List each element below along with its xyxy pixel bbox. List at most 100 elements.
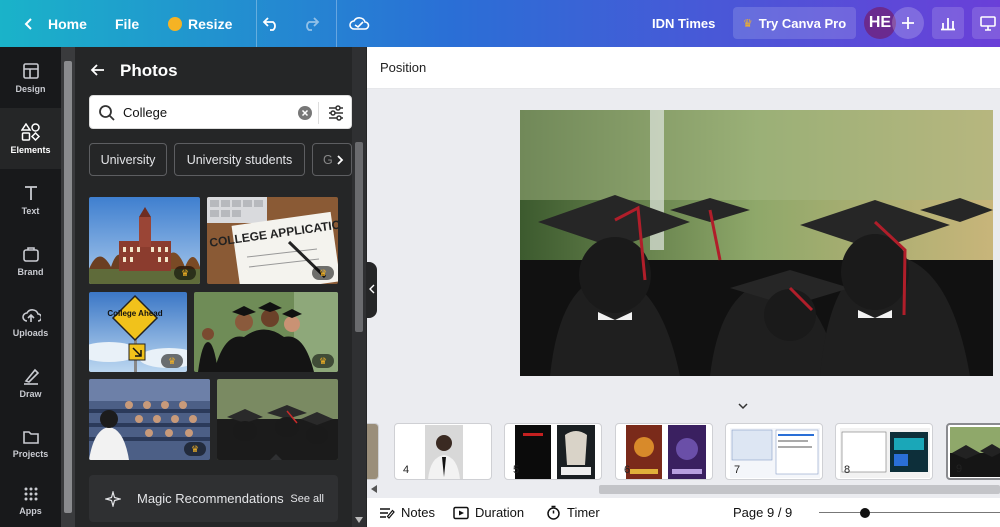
try-canva-pro-button[interactable]: ♛ Try Canva Pro: [733, 7, 856, 39]
timer-label: Timer: [567, 505, 600, 520]
rail-label: Design: [15, 83, 46, 94]
magic-recommendations[interactable]: Magic Recommendations See all: [89, 475, 338, 522]
notes-label: Notes: [401, 505, 435, 520]
thumbnail-image: [515, 425, 595, 479]
page-number: 5: [513, 464, 520, 476]
pro-crown-badge: ♛: [184, 442, 206, 456]
chevron-down-icon[interactable]: [725, 402, 761, 412]
cloud-sync-icon[interactable]: [348, 12, 370, 34]
panel-scrollbar-thumb[interactable]: [355, 142, 363, 332]
chip-university[interactable]: University: [89, 143, 167, 176]
undo-icon[interactable]: [260, 12, 282, 34]
crown-icon: ♛: [167, 355, 177, 366]
chip-university-students[interactable]: University students: [174, 143, 305, 176]
rail-item-apps[interactable]: Apps: [0, 474, 61, 527]
tooltip-caret: [269, 454, 283, 460]
crown-icon: ♛: [742, 17, 753, 30]
rail-item-uploads[interactable]: Uploads: [0, 291, 61, 352]
college-application-photo[interactable]: COLLEGE APPLICATION ♛: [207, 197, 338, 284]
thumbnail-image: [730, 428, 820, 478]
rail-scrollbar[interactable]: [61, 47, 75, 527]
panel-scrollbar[interactable]: [352, 47, 366, 527]
magic-label: Magic Recommendations: [137, 491, 284, 506]
top-bar: Home File Resize IDN Times ♛ Try Canva P…: [0, 0, 1000, 47]
rail-item-brand[interactable]: Brand: [0, 230, 61, 291]
zoom-slider[interactable]: [819, 512, 1000, 513]
resize-button[interactable]: Resize: [168, 0, 232, 47]
slide-canvas[interactable]: [520, 110, 993, 376]
project-title[interactable]: IDN Times: [652, 0, 715, 47]
page-indicator-text: Page 9 / 9: [733, 505, 793, 520]
collapse-panel-handle[interactable]: [367, 262, 377, 318]
college-ahead-sign-photo[interactable]: College Ahead ♛: [89, 292, 187, 372]
rail-item-design[interactable]: Design: [0, 47, 61, 108]
present-button[interactable]: [972, 7, 1000, 39]
page-number: 8: [844, 464, 851, 476]
rail-label: Text: [21, 205, 40, 216]
pro-crown-badge: ♛: [174, 266, 196, 280]
crown-icon: ♛: [190, 443, 200, 454]
crown-icon: ♛: [180, 267, 190, 278]
rail-item-projects[interactable]: Projects: [0, 413, 61, 474]
filter-sliders-icon[interactable]: [327, 104, 345, 122]
chip-label: University students: [186, 152, 293, 167]
page-thumbnail-selected[interactable]: 9: [946, 423, 1000, 480]
divider: [256, 0, 257, 47]
page-thumbnail[interactable]: 7: [725, 423, 823, 480]
page-thumbnail[interactable]: 8: [835, 423, 933, 480]
file-menu[interactable]: File: [115, 0, 139, 47]
page-thumbnail[interactable]: 6: [615, 423, 713, 480]
resize-label: Resize: [188, 15, 233, 32]
page-thumbnail[interactable]: [367, 423, 379, 480]
graduation-photo[interactable]: [520, 110, 993, 376]
scroll-down-icon[interactable]: [355, 517, 363, 523]
rail-label: Elements: [10, 144, 51, 155]
page-indicator[interactable]: Page 9 / 9: [733, 505, 792, 520]
notes-button[interactable]: Notes: [379, 505, 435, 520]
chip-label: G: [323, 152, 333, 167]
lecture-hall-photo[interactable]: ♛: [89, 379, 210, 460]
page-strip-scrollbar-thumb[interactable]: [599, 485, 1000, 494]
search-icon: [99, 105, 115, 121]
graduates-hugging-photo[interactable]: ♛: [194, 292, 338, 372]
zoom-slider-handle[interactable]: [860, 508, 870, 518]
university-building-photo[interactable]: ♛: [89, 197, 200, 284]
notes-icon: [380, 507, 395, 519]
grid-icon: [24, 487, 37, 500]
scroll-left-icon[interactable]: [371, 485, 377, 493]
project-title-text: IDN Times: [652, 16, 716, 31]
avatar-initials: HE: [868, 14, 892, 31]
clear-search-icon[interactable]: [298, 106, 312, 120]
graduation-caps-photo[interactable]: [217, 379, 338, 460]
page-thumbnail[interactable]: 5: [504, 423, 602, 480]
rail-item-draw[interactable]: Draw: [0, 352, 61, 413]
rail-item-elements[interactable]: Elements: [0, 108, 61, 169]
stopwatch-icon: [547, 505, 560, 520]
text-icon: [24, 185, 37, 200]
sparkle-icon: [105, 490, 121, 507]
rail-item-text[interactable]: Text: [0, 169, 61, 230]
add-member-button[interactable]: [892, 7, 924, 39]
shapes-icon: [20, 122, 40, 141]
timer-button[interactable]: Timer: [546, 505, 600, 520]
search-input[interactable]: College: [123, 105, 167, 120]
home-button[interactable]: Home: [22, 0, 87, 47]
see-all-link[interactable]: See all: [290, 493, 324, 505]
page-thumbnail[interactable]: 4: [394, 423, 492, 480]
page-number: 4: [403, 464, 410, 476]
panel-title: Photos: [120, 61, 178, 80]
thumbnail-image: [425, 425, 463, 479]
plus-icon: [902, 17, 914, 29]
back-button[interactable]: [90, 62, 110, 82]
chip-more[interactable]: G: [312, 143, 352, 176]
duration-button[interactable]: Duration: [453, 505, 524, 520]
redo-icon[interactable]: [300, 12, 322, 34]
insights-button[interactable]: [932, 7, 964, 39]
page-strip-scrollbar[interactable]: [367, 483, 1000, 495]
context-toolbar: Position: [367, 47, 1000, 89]
arrow-left-icon: [90, 64, 104, 76]
pen-icon: [23, 368, 39, 385]
photo-search-box[interactable]: College: [89, 95, 352, 129]
position-button[interactable]: Position: [380, 60, 426, 75]
rail-scrollbar-thumb[interactable]: [64, 61, 72, 513]
